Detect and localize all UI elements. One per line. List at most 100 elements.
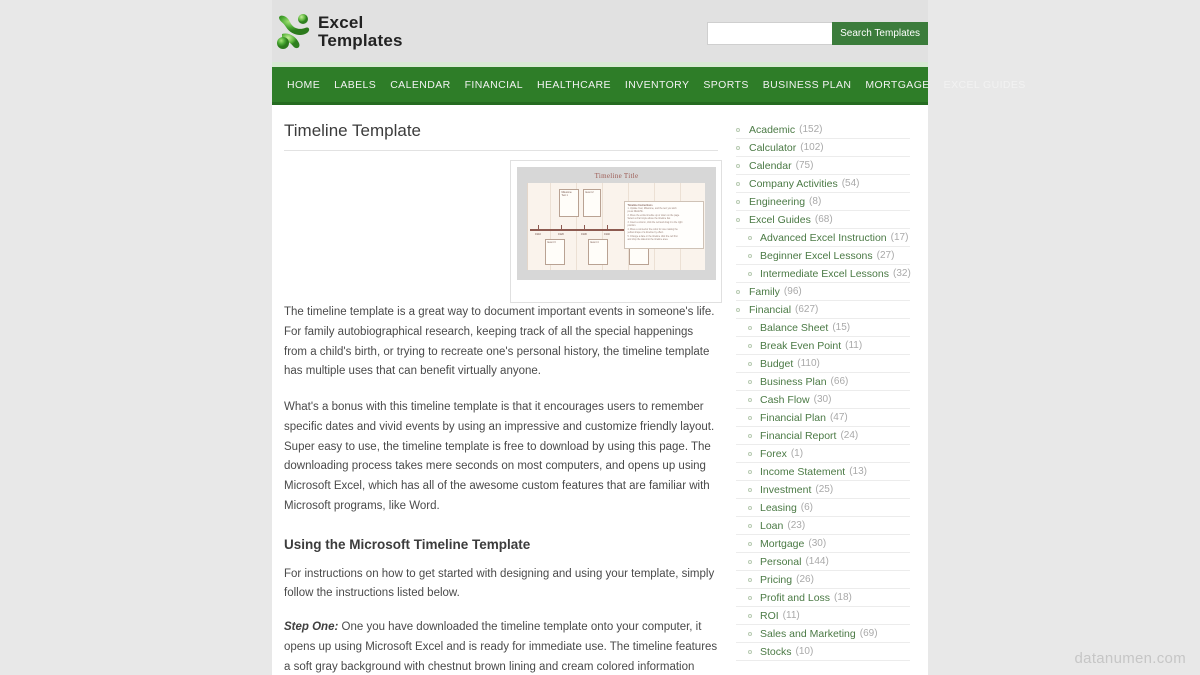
sidebar-category-item[interactable]: ROI (11) bbox=[736, 607, 910, 625]
sidebar-category-item[interactable]: Loan (23) bbox=[736, 517, 910, 535]
sidebar-category-link[interactable]: Leasing bbox=[760, 502, 797, 514]
sidebar-category-link[interactable]: Break Even Point bbox=[760, 340, 841, 352]
bullet-icon bbox=[736, 181, 740, 186]
nav-item-sports[interactable]: SPORTS bbox=[696, 66, 755, 104]
sidebar-category-item[interactable]: Personal (144) bbox=[736, 553, 910, 571]
sidebar-category-count: (54) bbox=[841, 178, 860, 189]
sidebar-category-link[interactable]: Company Activities bbox=[749, 178, 838, 190]
nav-item-financial[interactable]: FINANCIAL bbox=[458, 66, 530, 104]
sidebar-category-link[interactable]: Intermediate Excel Lessons bbox=[760, 268, 889, 280]
sidebar-category-item[interactable]: Stocks (10) bbox=[736, 643, 910, 661]
sidebar-category-link[interactable]: Beginner Excel Lessons bbox=[760, 250, 873, 262]
nav-item-mortgage[interactable]: MORTGAGE bbox=[858, 66, 936, 104]
article-subheading: Using the Microsoft Timeline Template bbox=[284, 536, 531, 552]
sidebar-category-link[interactable]: Advanced Excel Instruction bbox=[760, 232, 887, 244]
bullet-icon bbox=[748, 631, 752, 636]
timeline-year: 1940 bbox=[604, 233, 610, 236]
nav-item-calendar[interactable]: CALENDAR bbox=[383, 66, 457, 104]
logo-line-2: Templates bbox=[318, 31, 403, 50]
search-templates-button[interactable]: Search Templates bbox=[832, 22, 928, 45]
category-list: Academic (152) Calculator (102) Calendar (75)… bbox=[736, 121, 911, 661]
sidebar-category-item[interactable]: Excel Guides (68) bbox=[736, 211, 910, 229]
sidebar-category-link[interactable]: Forex bbox=[760, 448, 787, 460]
nav-item-healthcare[interactable]: HEALTHCARE bbox=[530, 66, 618, 104]
sidebar-category-link[interactable]: Financial Plan bbox=[760, 412, 826, 424]
sidebar-category-item[interactable]: Academic (152) bbox=[736, 121, 910, 139]
sidebar-category-item[interactable]: Break Even Point (11) bbox=[736, 337, 910, 355]
search-input[interactable] bbox=[707, 22, 833, 45]
screenshot-root: Excel Templates Search Templates HOME LA… bbox=[0, 0, 1200, 675]
sidebar-category-item[interactable]: Calendar (75) bbox=[736, 157, 910, 175]
article-paragraph-1: The timeline template is a great way to … bbox=[284, 306, 715, 378]
sidebar-category-item[interactable]: Balance Sheet (15) bbox=[736, 319, 910, 337]
bullet-icon bbox=[748, 541, 752, 546]
sidebar-category-link[interactable]: Financial bbox=[749, 304, 791, 316]
sidebar-category-count: (30) bbox=[813, 394, 832, 405]
sidebar-category-link[interactable]: Family bbox=[749, 286, 780, 298]
sidebar-category-item[interactable]: Pricing (26) bbox=[736, 571, 910, 589]
timeline-box-below: Event 4 bbox=[588, 239, 608, 265]
sidebar-category-item[interactable]: Family (96) bbox=[736, 283, 910, 301]
site-container: Excel Templates Search Templates HOME LA… bbox=[272, 0, 1025, 675]
main-content: Timeline Template Timeline Title 1910 19… bbox=[272, 105, 732, 675]
nav-item-inventory[interactable]: INVENTORY bbox=[618, 66, 696, 104]
sidebar-category-link[interactable]: ROI bbox=[760, 610, 779, 622]
sidebar-category-item[interactable]: Profit and Loss (18) bbox=[736, 589, 910, 607]
sidebar-category-link[interactable]: Excel Guides bbox=[749, 214, 811, 226]
sidebar-category-item[interactable]: Forex (1) bbox=[736, 445, 910, 463]
sidebar-category-link[interactable]: Profit and Loss bbox=[760, 592, 830, 604]
sidebar-category-link[interactable]: Income Statement bbox=[760, 466, 845, 478]
article-paragraph-2: What's a bonus with this timeline templa… bbox=[284, 401, 715, 512]
sidebar-category-link[interactable]: Loan bbox=[760, 520, 783, 532]
sidebar-category-item[interactable]: Mortgage (30) bbox=[736, 535, 910, 553]
sidebar-category-link[interactable]: Mortgage bbox=[760, 538, 804, 550]
sidebar-category-item[interactable]: Investment (25) bbox=[736, 481, 910, 499]
sidebar-category-link[interactable]: Financial Report bbox=[760, 430, 836, 442]
sidebar-category-link[interactable]: Engineering bbox=[749, 196, 805, 208]
nav-item-labels[interactable]: LABELS bbox=[327, 66, 383, 104]
nav-item-home[interactable]: HOME bbox=[280, 66, 327, 104]
nav-item-excel-guides[interactable]: EXCEL GUIDES bbox=[937, 66, 1033, 104]
sidebar-category-item[interactable]: Leasing (6) bbox=[736, 499, 910, 517]
sidebar-category-item[interactable]: Company Activities (54) bbox=[736, 175, 910, 193]
sidebar-category-item[interactable]: Financial Report (24) bbox=[736, 427, 910, 445]
sidebar-category-item[interactable]: Business Plan (66) bbox=[736, 373, 910, 391]
sidebar-category-item[interactable]: Beginner Excel Lessons (27) bbox=[736, 247, 910, 265]
sidebar-category-item[interactable]: Intermediate Excel Lessons (32) bbox=[736, 265, 911, 283]
bullet-icon bbox=[748, 451, 752, 456]
sidebar-category-item[interactable]: Sales and Marketing (69) bbox=[736, 625, 910, 643]
sidebar-category-link[interactable]: Stocks bbox=[760, 646, 792, 658]
preview-title: Timeline Title bbox=[594, 172, 639, 180]
template-preview-figure[interactable]: Timeline Title 1910 1920 1930 1940 Miles… bbox=[510, 160, 722, 303]
sidebar-category-count: (627) bbox=[795, 304, 819, 315]
sidebar-category-link[interactable]: Investment bbox=[760, 484, 811, 496]
sidebar-category-item[interactable]: Cash Flow (30) bbox=[736, 391, 910, 409]
sidebar-category-count: (75) bbox=[795, 160, 814, 171]
sidebar-category-item[interactable]: Calculator (102) bbox=[736, 139, 910, 157]
sidebar-category-item[interactable]: Financial Plan (47) bbox=[736, 409, 910, 427]
bullet-icon bbox=[748, 469, 752, 474]
sidebar-category-count: (13) bbox=[849, 466, 868, 477]
sidebar-category-link[interactable]: Balance Sheet bbox=[760, 322, 828, 334]
search-form: Search Templates bbox=[707, 22, 928, 45]
sidebar-category-link[interactable]: Calendar bbox=[749, 160, 792, 172]
sidebar-category-item[interactable]: Financial (627) bbox=[736, 301, 910, 319]
sidebar-category-link[interactable]: Academic bbox=[749, 124, 795, 136]
site-logo[interactable]: Excel Templates bbox=[272, 8, 403, 56]
sidebar-category-link[interactable]: Pricing bbox=[760, 574, 792, 586]
sidebar-category-link[interactable]: Cash Flow bbox=[760, 394, 810, 406]
sidebar-category-item[interactable]: Engineering (8) bbox=[736, 193, 910, 211]
sidebar-category-item[interactable]: Budget (110) bbox=[736, 355, 910, 373]
site-header: Excel Templates Search Templates bbox=[272, 0, 928, 62]
nav-item-business-plan[interactable]: BUSINESS PLAN bbox=[756, 66, 859, 104]
sidebar-category-item[interactable]: Advanced Excel Instruction (17) bbox=[736, 229, 910, 247]
logo-text: Excel Templates bbox=[318, 14, 403, 50]
sidebar-category-link[interactable]: Budget bbox=[760, 358, 793, 370]
sidebar-category-link[interactable]: Sales and Marketing bbox=[760, 628, 856, 640]
sidebar-category-count: (68) bbox=[814, 214, 833, 225]
sidebar-category-item[interactable]: Income Statement (13) bbox=[736, 463, 910, 481]
sidebar-category-link[interactable]: Business Plan bbox=[760, 376, 827, 388]
bullet-icon bbox=[748, 613, 752, 618]
sidebar-category-link[interactable]: Personal bbox=[760, 556, 801, 568]
sidebar-category-link[interactable]: Calculator bbox=[749, 142, 796, 154]
